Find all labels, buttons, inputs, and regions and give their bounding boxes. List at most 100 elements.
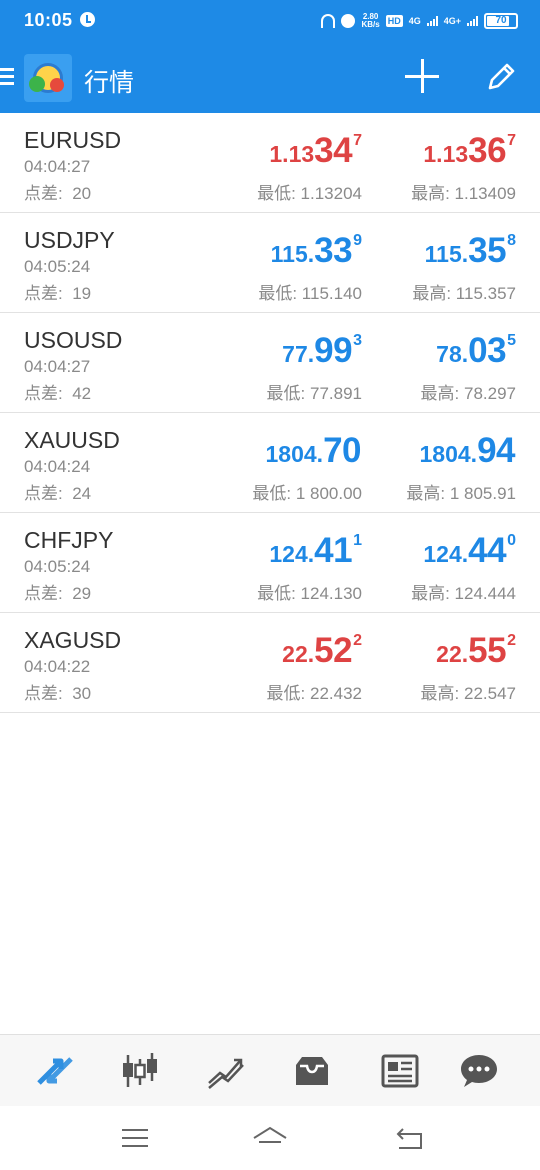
spread-value: 42 — [72, 384, 92, 403]
bid-price-big: 34 — [314, 131, 353, 170]
spread-value: 20 — [72, 184, 92, 203]
bid-price[interactable]: 77.993 — [282, 331, 362, 371]
ask-price-small: 78. — [436, 341, 469, 367]
ask-price-sup: 2 — [507, 632, 516, 649]
hd-badge: HD — [385, 15, 403, 27]
ask-price-big: 44 — [468, 531, 507, 570]
bid-price[interactable]: 124.411 — [269, 531, 362, 571]
bid-price[interactable]: 1804.70 — [266, 431, 363, 471]
ask-price-small: 124. — [423, 541, 469, 567]
ask-price-small: 1804. — [419, 441, 478, 467]
spread-value: 24 — [72, 484, 92, 503]
quote-time: 04:04:24 — [24, 457, 91, 476]
status-bar: 10:05 2.80 KB/s HD 4G 4G+ 70 — [0, 0, 540, 40]
quote-time: 04:05:24 — [24, 257, 91, 276]
ask-price-small: 22. — [436, 641, 469, 667]
candlestick-chart-icon — [123, 1053, 157, 1087]
recent-apps-button[interactable] — [117, 1124, 153, 1152]
symbol-name: CHFJPY — [24, 527, 114, 553]
spread: 点差: 19 — [24, 279, 91, 304]
symbol-name: USOUSD — [24, 327, 123, 353]
home-button[interactable] — [252, 1124, 288, 1152]
bid-price[interactable]: 1.13347 — [269, 131, 362, 171]
low-value: 最低: 124.130 — [257, 584, 362, 603]
ask-price-sup: 8 — [507, 232, 516, 249]
menu-lines-icon — [122, 1129, 148, 1147]
ask-price[interactable]: 78.035 — [436, 331, 516, 371]
bid-price-small: 22. — [282, 641, 315, 667]
status-time: 10:05 — [24, 10, 73, 30]
spread: 点差: 30 — [24, 679, 91, 704]
ask-price-big: 36 — [468, 131, 507, 170]
quote-row[interactable]: USOUSD 04:04:27 点差: 42 77.993 78.035 最低:… — [0, 313, 540, 413]
quote-row[interactable]: CHFJPY 04:05:24 点差: 29 124.411 124.440 最… — [0, 513, 540, 613]
ask-price-sup: 0 — [507, 532, 516, 549]
ask-price[interactable]: 1.13367 — [423, 131, 516, 171]
page-title: 行情 — [84, 69, 135, 97]
quote-time: 04:04:27 — [24, 357, 91, 376]
symbol-name: XAUUSD — [24, 427, 120, 453]
ask-price[interactable]: 22.552 — [436, 631, 516, 671]
tab-quotes[interactable] — [35, 1051, 75, 1091]
ask-price-sup: 7 — [507, 132, 516, 149]
high-value: 最高: 22.547 — [420, 684, 516, 703]
quote-time: 04:05:24 — [24, 557, 91, 576]
menu-icon[interactable] — [0, 68, 14, 86]
battery-level: 70 — [495, 15, 507, 26]
symbol-name: EURUSD — [24, 127, 122, 153]
sim2-signal-icon — [467, 16, 478, 26]
high-value: 最高: 1.13409 — [411, 184, 516, 203]
quote-row[interactable]: USDJPY 04:05:24 点差: 19 115.339 115.358 最… — [0, 213, 540, 313]
quotes-arrows-icon — [37, 1057, 73, 1085]
quote-time: 04:04:22 — [24, 657, 91, 676]
system-nav-bar — [0, 1106, 540, 1170]
low-value: 最低: 1 800.00 — [252, 484, 362, 503]
low-value: 最低: 22.432 — [266, 684, 362, 703]
quote-row[interactable]: EURUSD 04:04:27 点差: 20 1.13347 1.13367 最… — [0, 113, 540, 213]
ask-price-big: 35 — [468, 231, 507, 270]
metatrader-logo-icon[interactable] — [24, 54, 72, 102]
add-symbol-icon[interactable] — [405, 59, 439, 93]
battery-icon: 70 — [484, 13, 518, 29]
tab-trade[interactable] — [206, 1051, 246, 1091]
bid-price[interactable]: 115.339 — [271, 231, 362, 271]
bid-price-sup: 2 — [353, 632, 362, 649]
spread-value: 19 — [72, 284, 92, 303]
quote-time: 04:04:27 — [24, 157, 91, 176]
inbox-tray-icon — [296, 1057, 328, 1085]
quote-row[interactable]: XAGUSD 04:04:22 点差: 30 22.522 22.552 最低:… — [0, 613, 540, 713]
sim1-label: 4G — [408, 15, 421, 26]
spread-label: 点差: — [24, 684, 63, 703]
speed-unit: KB/s — [361, 20, 380, 29]
tab-news[interactable] — [380, 1051, 420, 1091]
sim2-label: 4G+ — [443, 15, 461, 26]
clock-notification-icon — [80, 12, 95, 27]
edit-pencil-icon[interactable] — [484, 60, 518, 94]
status-icons: 2.80 KB/s HD 4G 4G+ 70 — [321, 11, 518, 31]
tab-history[interactable] — [292, 1051, 332, 1091]
alarm-icon — [341, 14, 356, 28]
spread: 点差: 24 — [24, 479, 91, 504]
ask-price[interactable]: 115.358 — [425, 231, 516, 271]
ask-price[interactable]: 1804.94 — [420, 431, 517, 471]
bid-price[interactable]: 22.522 — [282, 631, 362, 671]
app-bar: 行情 — [0, 40, 540, 113]
tab-chart[interactable] — [120, 1051, 160, 1091]
bid-price-big: 41 — [314, 531, 353, 570]
bid-price-small: 77. — [282, 341, 315, 367]
bid-price-sup: 1 — [353, 532, 362, 549]
ask-price-small: 115. — [424, 241, 469, 267]
bid-price-big: 33 — [314, 231, 353, 270]
trade-lines-icon — [208, 1058, 244, 1089]
ask-price[interactable]: 124.440 — [423, 531, 516, 571]
bid-price-small: 1.13 — [269, 141, 315, 167]
low-value: 最低: 1.13204 — [257, 184, 362, 203]
back-button[interactable] — [393, 1124, 429, 1152]
headset-icon — [321, 14, 336, 28]
spread-label: 点差: — [24, 384, 63, 403]
bid-price-small: 124. — [269, 541, 315, 567]
quote-row[interactable]: XAUUSD 04:04:24 点差: 24 1804.70 1804.94 最… — [0, 413, 540, 513]
tab-chat[interactable] — [459, 1051, 499, 1091]
bid-price-big: 70 — [323, 431, 361, 470]
spread-label: 点差: — [24, 584, 63, 603]
